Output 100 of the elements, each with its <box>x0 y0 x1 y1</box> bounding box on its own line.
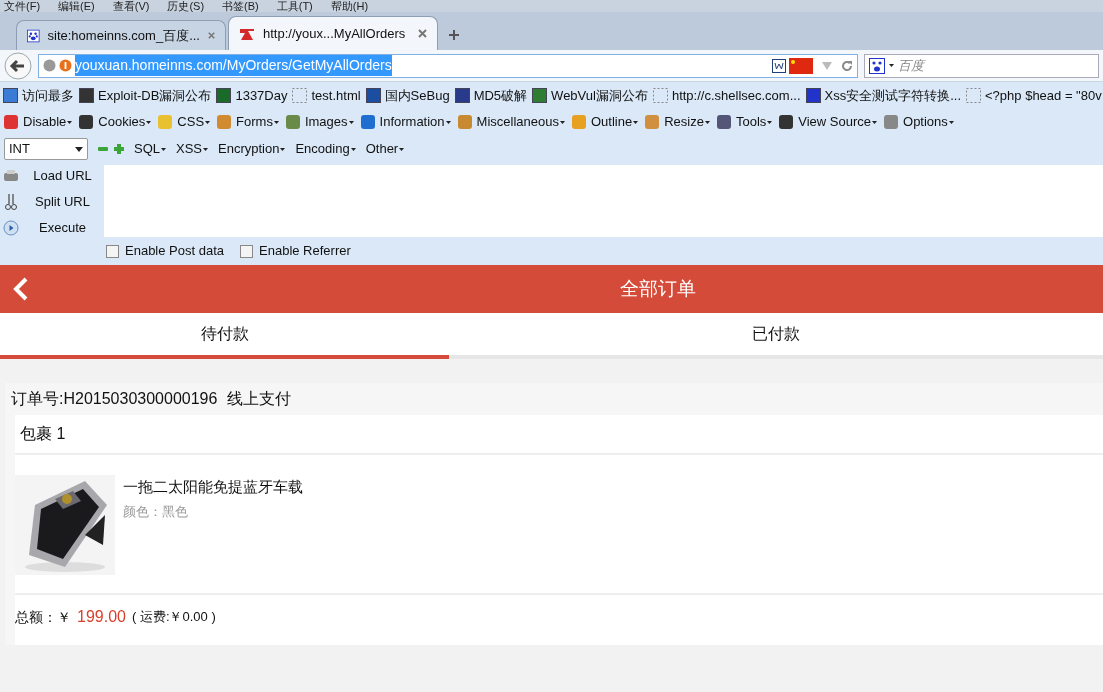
search-field[interactable]: 百度 <box>898 55 1018 76</box>
close-icon[interactable] <box>418 29 427 38</box>
toolbar-menu[interactable]: View Source <box>798 112 872 132</box>
toolbar-menu[interactable]: Outline <box>590 112 633 132</box>
bookmark-link[interactable]: <?php $head = "80v <box>985 85 1102 106</box>
total-label: 总额：￥ <box>15 607 71 627</box>
toolbar-icon <box>456 114 473 130</box>
hackbar-action[interactable]: Load URL <box>21 166 104 186</box>
caret-icon <box>348 120 354 124</box>
back-icon[interactable] <box>12 277 30 301</box>
page-title: 全部订单 <box>620 276 696 301</box>
menu-item[interactable]: 工具(T) <box>276 0 313 12</box>
toolbar-icon <box>284 114 301 130</box>
bookmark-link[interactable]: 国内SeBug <box>384 85 450 106</box>
caret-icon <box>273 120 279 124</box>
bookmark-link[interactable]: Xss安全测试字符转换... <box>824 85 962 106</box>
back-icon[interactable] <box>4 51 32 80</box>
plus-icon[interactable] <box>114 144 124 154</box>
toolbar-icon <box>157 114 174 130</box>
page-icon <box>292 88 308 103</box>
caret-icon <box>75 146 83 152</box>
caret-icon <box>161 147 166 151</box>
toolbar-menu[interactable]: Miscellaneous <box>476 112 559 132</box>
menu-item[interactable]: 帮助(H) <box>330 0 369 12</box>
caret-icon <box>280 147 286 151</box>
flag-icon <box>789 57 813 74</box>
toolbar-icon <box>570 114 587 130</box>
hackbar-menu[interactable]: Other <box>365 139 399 159</box>
caret-icon <box>445 120 451 124</box>
caret-icon <box>889 64 894 67</box>
paw-icon <box>869 57 885 74</box>
caret-icon <box>146 120 152 124</box>
hackbar-menu[interactable]: XSS <box>176 139 203 159</box>
toolbar-icon <box>359 114 376 130</box>
caret-icon <box>767 120 773 124</box>
toolbar-icon <box>883 114 900 130</box>
hackbar-menu[interactable]: Encoding <box>295 139 350 159</box>
checkbox[interactable] <box>106 244 119 258</box>
menu-item[interactable]: 查看(V) <box>112 0 150 12</box>
hackbar-menu[interactable]: Encryption <box>218 139 280 159</box>
order-tab[interactable]: 待付款 <box>0 313 449 359</box>
menu-item[interactable]: 书签(B) <box>222 0 259 12</box>
bookmark-icon <box>216 88 232 103</box>
close-icon[interactable] <box>207 31 215 40</box>
browser-tab[interactable]: http://youx...MyAllOrders <box>228 16 438 50</box>
checkbox-label: Enable Post data <box>125 242 225 261</box>
tab-title: http://youx...MyAllOrders <box>263 24 407 43</box>
menu-item[interactable]: 文件(F) <box>4 0 41 12</box>
bookmark-link[interactable]: 1337Day <box>235 85 288 106</box>
browser-tab[interactable]: site:homeinns.com_百度... <box>16 20 226 50</box>
toolbar-menu[interactable]: CSS <box>177 112 205 132</box>
new-tab-icon[interactable] <box>448 29 460 41</box>
toolbar-menu[interactable]: Disable <box>23 112 67 132</box>
product-name[interactable]: 一拖二太阳能免提蓝牙车载 <box>123 476 303 499</box>
bookmark-link[interactable]: Exploit-DB漏洞公布 <box>98 85 212 106</box>
bookmark-link[interactable]: 访问最多 <box>22 85 74 106</box>
toolbar-menu[interactable]: Tools <box>735 112 767 132</box>
toolbar-menu[interactable]: Resize <box>664 112 704 132</box>
caret-icon <box>948 120 954 124</box>
hackbar-action[interactable]: Split URL <box>21 192 104 212</box>
bookmark-link[interactable]: MD5破解 <box>473 85 528 106</box>
toolbar-menu[interactable]: Options <box>903 112 948 132</box>
reload-icon[interactable] <box>841 59 853 72</box>
product-color: 颜色：黑色 <box>123 502 189 521</box>
menu-item[interactable]: 历史(S) <box>167 0 205 12</box>
checkbox[interactable] <box>240 244 254 258</box>
toolbar-icon <box>216 114 233 130</box>
bookmark-icon <box>532 88 548 103</box>
bookmark-icon <box>805 88 821 103</box>
toolbar-menu[interactable]: Images <box>304 112 348 132</box>
minus-icon[interactable] <box>98 144 108 154</box>
url-text: youxuan.homeinns.com/MyOrders/GetMyAllOrders <box>75 55 392 76</box>
toolbar-menu[interactable]: Forms <box>236 112 273 132</box>
bookmark-link[interactable]: test.html <box>311 85 361 106</box>
menu-item[interactable]: 编辑(E) <box>58 0 95 12</box>
dropdown-icon[interactable] <box>822 61 832 70</box>
type-select[interactable]: INT <box>4 138 88 160</box>
page-icon <box>652 88 668 103</box>
caret-icon <box>704 120 710 124</box>
bookmark-icon <box>79 88 94 103</box>
order-tab[interactable]: 已付款 <box>449 313 1103 359</box>
document-icon[interactable] <box>772 58 786 73</box>
shipping-fee: ( 运费:￥0.00 ) <box>131 608 216 627</box>
search-box[interactable]: 百度 <box>864 53 1099 78</box>
caret-icon <box>67 120 73 124</box>
bookmark-icon <box>365 88 381 103</box>
caret-icon <box>633 120 639 124</box>
payment-method: 线上支付 <box>227 389 292 409</box>
bookmark-link[interactable]: WebVul漏洞公布 <box>551 85 648 106</box>
caret-icon <box>399 147 405 151</box>
hackbar-action[interactable]: Execute <box>21 218 104 238</box>
hackbar-menu[interactable]: SQL <box>134 139 160 159</box>
scissors-icon <box>3 193 19 211</box>
toolbar-menu[interactable]: Cookies <box>98 112 146 132</box>
page-icon <box>966 88 982 103</box>
bookmark-link[interactable]: http://c.shellsec.com... <box>671 85 801 106</box>
url-input[interactable] <box>104 165 1103 237</box>
toolbar-menu[interactable]: Information <box>379 112 445 132</box>
printer-icon <box>3 169 19 183</box>
toolbar-icon <box>78 114 95 130</box>
